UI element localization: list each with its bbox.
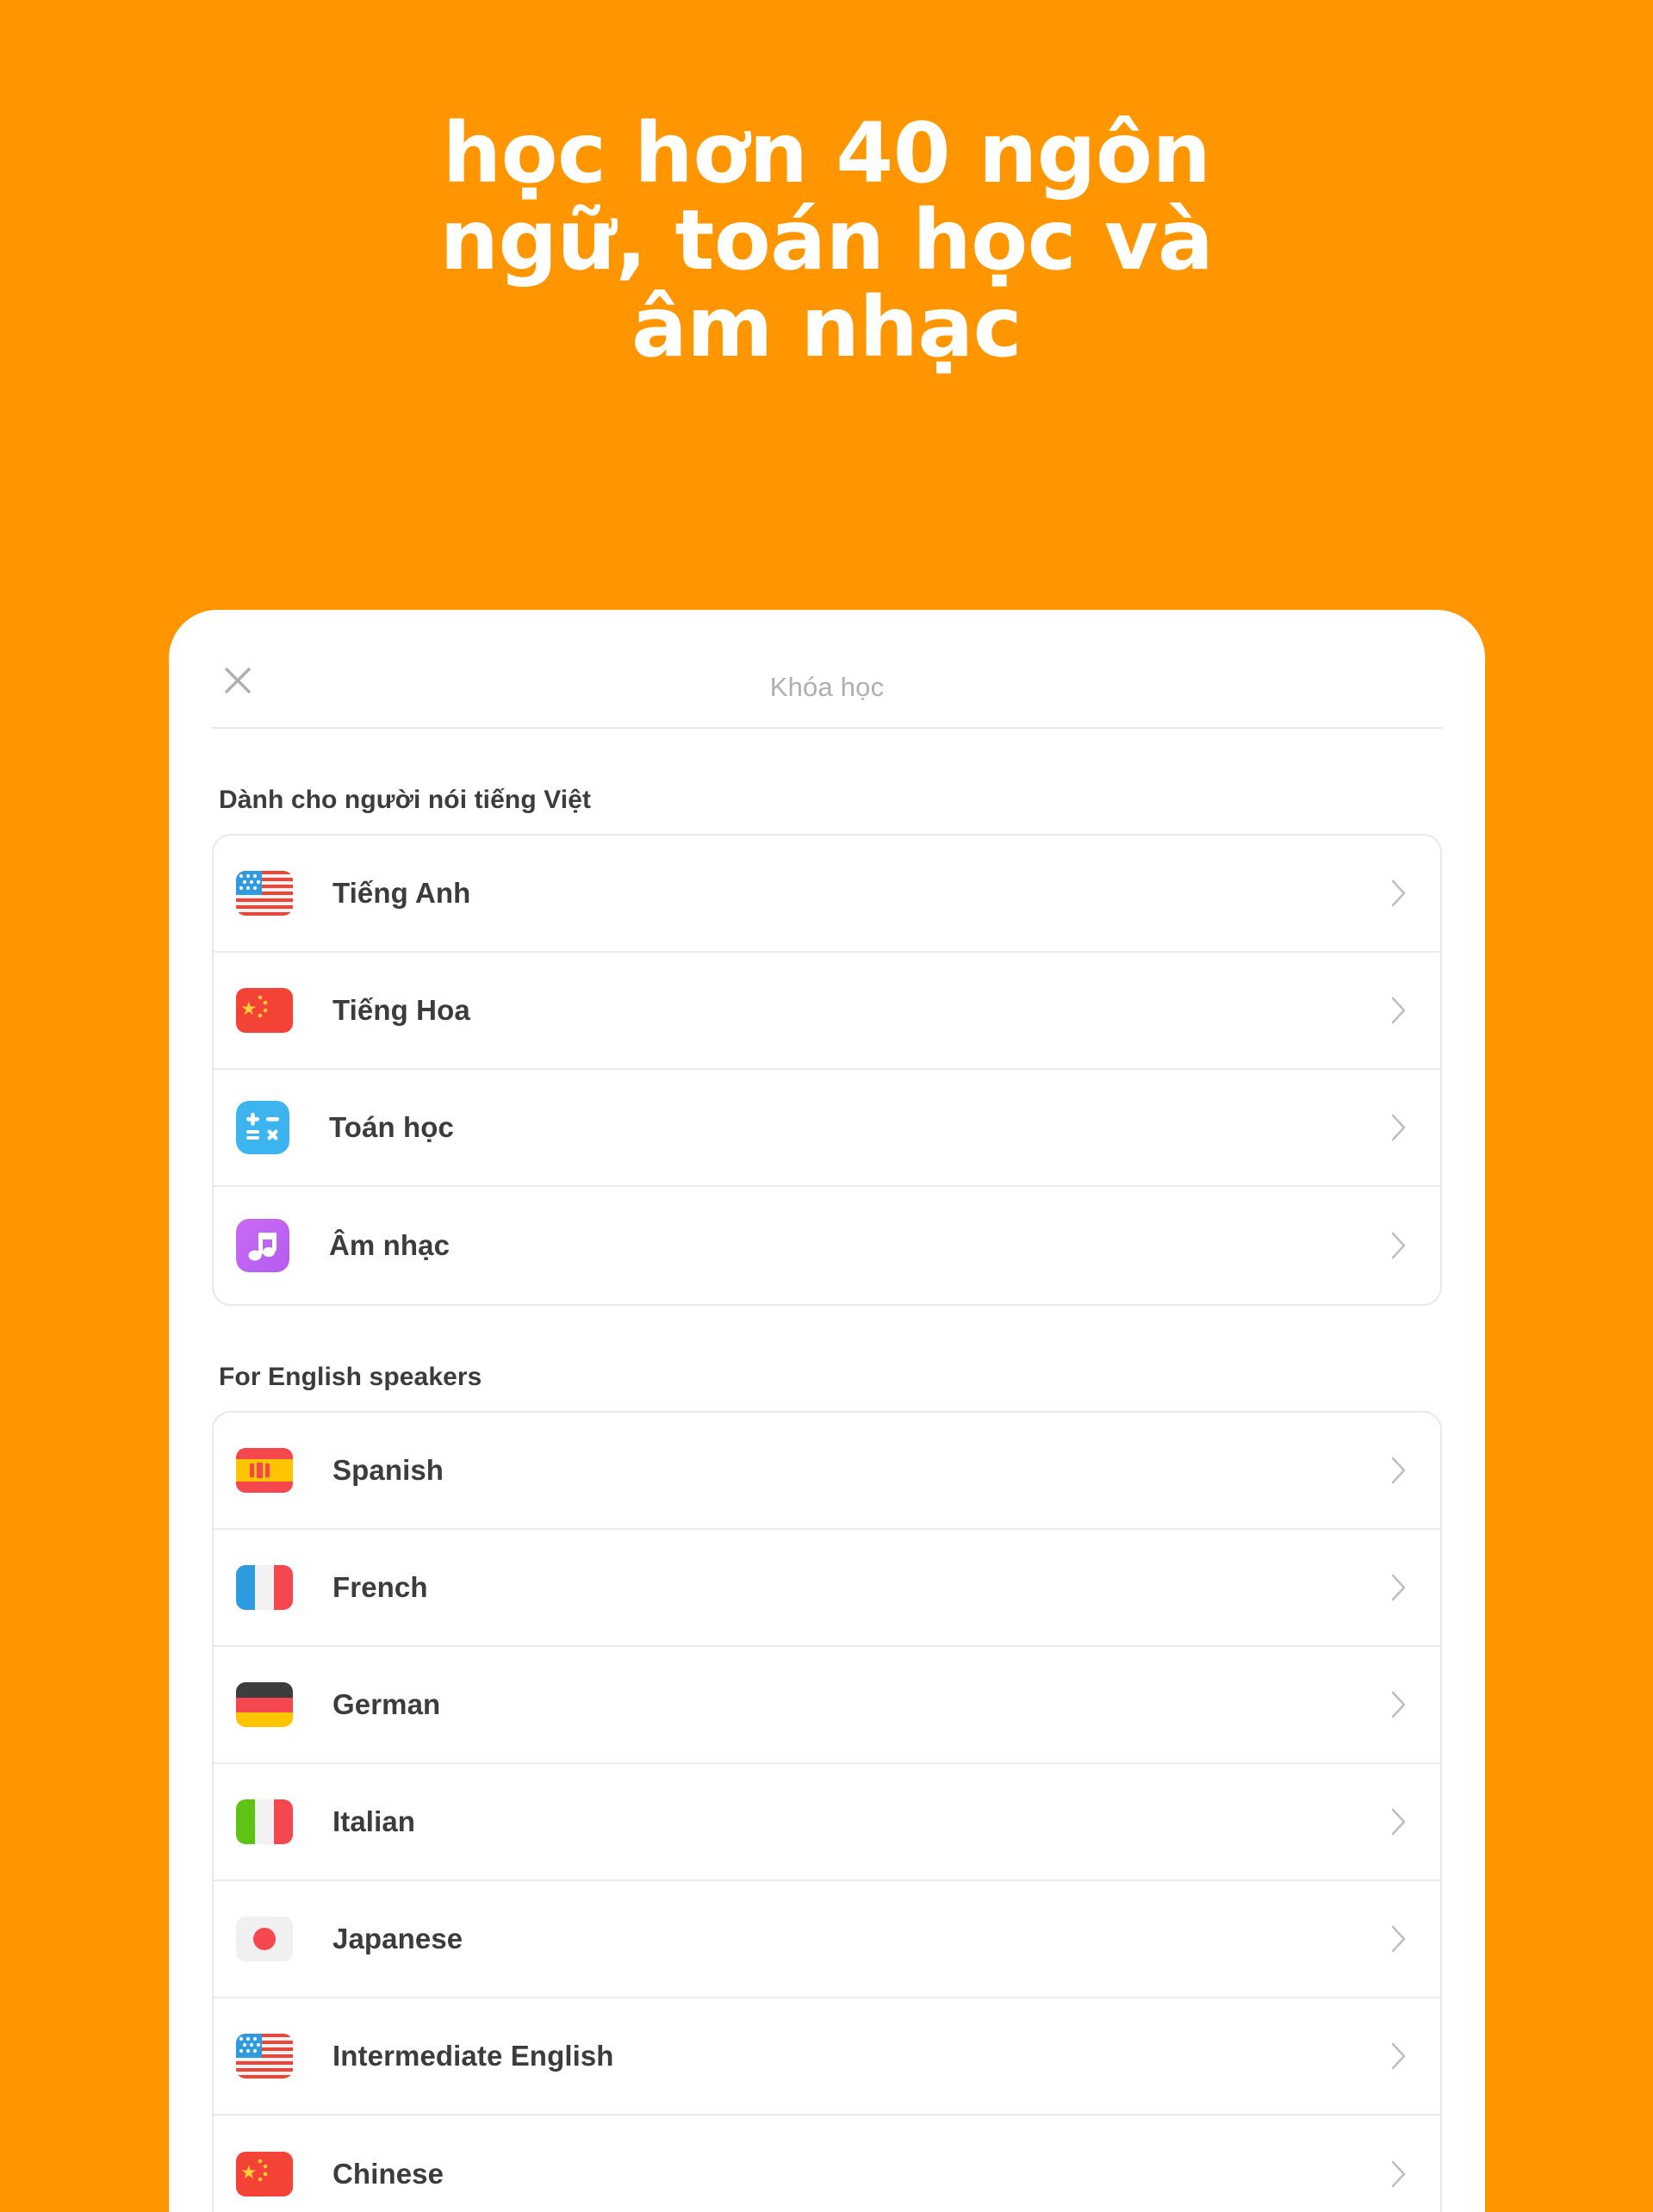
course-label: Italian: [332, 1805, 416, 1837]
flag-jp-icon: [236, 1917, 293, 1961]
course-row[interactable]: Toán học: [214, 1070, 1440, 1187]
page-title: học hơn 40 ngôn ngữ, toán học và âm nhạc: [439, 105, 1214, 376]
flag-us-icon: [236, 2034, 293, 2078]
courses-section: For English speakers Spanish French Germ…: [212, 1363, 1442, 2212]
chevron-right-icon[interactable]: [1387, 1801, 1411, 1842]
flag-cn-icon: [236, 988, 293, 1033]
course-label: Spanish: [332, 1454, 444, 1486]
modal-header: Khóa học: [212, 610, 1442, 729]
chevron-right-icon[interactable]: [1387, 1567, 1411, 1608]
math-icon: [236, 1101, 289, 1154]
math-icon: [236, 1101, 289, 1154]
course-label: French: [332, 1571, 428, 1603]
course-label: Chinese: [332, 2158, 444, 2190]
hero-banner: học hơn 40 ngôn ngữ, toán học và âm nhạc: [0, 0, 1653, 376]
course-label: German: [332, 1688, 441, 1720]
flag-it-icon: [236, 1799, 293, 1844]
flag-fr-icon: [236, 1565, 293, 1610]
course-row[interactable]: Japanese: [214, 1881, 1440, 1998]
course-row[interactable]: German: [214, 1647, 1440, 1764]
course-label: Japanese: [332, 1923, 463, 1954]
course-label: Âm nhạc: [329, 1229, 451, 1261]
flag-cn-icon: [236, 2152, 293, 2196]
flag-es-icon: [236, 1448, 293, 1493]
flag-cn-icon: [236, 988, 293, 1033]
chevron-right-icon[interactable]: [1387, 2153, 1411, 2195]
chevron-right-icon[interactable]: [1387, 1684, 1411, 1725]
course-row[interactable]: Intermediate English: [214, 1998, 1440, 2116]
section-title: For English speakers: [219, 1363, 482, 1391]
music-icon: [236, 1219, 289, 1272]
courses-list-body: Dành cho người nói tiếng Việt Tiếng Anh: [169, 786, 1485, 2212]
course-row[interactable]: Tiếng Anh: [214, 836, 1440, 953]
courses-list: Tiếng Anh Tiếng Hoa Toán học Âm nhạc: [212, 834, 1442, 1306]
chevron-right-icon[interactable]: [1387, 1918, 1411, 1960]
course-label: Tiếng Anh: [332, 877, 471, 909]
course-label: Tiếng Hoa: [332, 994, 470, 1026]
modal-title: Khóa học: [769, 672, 885, 702]
music-icon: [236, 1219, 289, 1272]
flag-es-icon: [236, 1448, 293, 1493]
course-row[interactable]: Tiếng Hoa: [214, 953, 1440, 1070]
flag-us-icon: [236, 871, 293, 916]
course-row[interactable]: Âm nhạc: [214, 1187, 1440, 1304]
course-row[interactable]: Spanish: [214, 1413, 1440, 1530]
chevron-right-icon[interactable]: [1387, 873, 1411, 914]
chevron-right-icon[interactable]: [1387, 1107, 1411, 1148]
course-label: Toán học: [329, 1111, 455, 1143]
course-row[interactable]: Chinese: [214, 2116, 1440, 2212]
course-row[interactable]: Italian: [214, 1764, 1440, 1881]
flag-jp-icon: [236, 1917, 293, 1961]
section-title: Dành cho người nói tiếng Việt: [219, 786, 592, 814]
flag-it-icon: [236, 1799, 293, 1844]
course-label: Intermediate English: [332, 2040, 614, 2072]
courses-modal-card: Khóa học Dành cho người nói tiếng Việt T…: [169, 610, 1485, 2212]
chevron-right-icon[interactable]: [1387, 990, 1411, 1031]
flag-cn-icon: [236, 2152, 293, 2196]
flag-fr-icon: [236, 1565, 293, 1610]
flag-us-icon: [236, 871, 293, 916]
flag-us-icon: [236, 2034, 293, 2078]
course-row[interactable]: French: [214, 1530, 1440, 1647]
courses-list: Spanish French German Italian Japanese I…: [212, 1411, 1442, 2212]
flag-de-icon: [236, 1682, 293, 1727]
courses-section: Dành cho người nói tiếng Việt Tiếng Anh: [212, 786, 1442, 1306]
chevron-right-icon[interactable]: [1387, 2035, 1411, 2077]
chevron-right-icon[interactable]: [1387, 1225, 1411, 1266]
chevron-right-icon[interactable]: [1387, 1450, 1411, 1491]
flag-de-icon: [236, 1682, 293, 1727]
